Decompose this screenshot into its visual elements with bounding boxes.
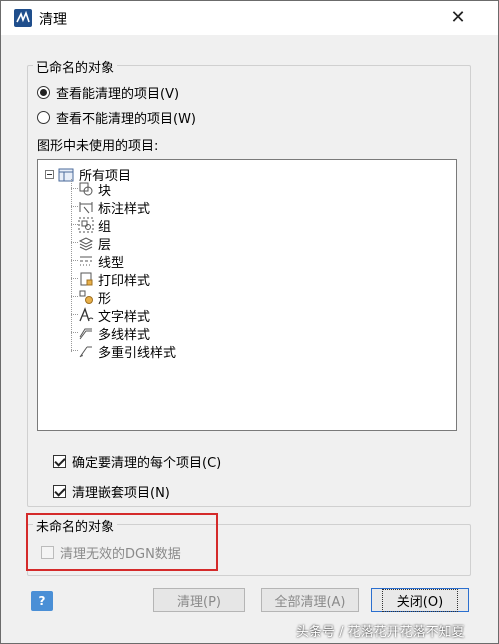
checkbox-label: 清理嵌套项目(N): [72, 486, 170, 501]
multiline-style-icon: [79, 328, 92, 340]
tree-item-layer[interactable]: 层: [78, 234, 112, 253]
tree-branch: [71, 188, 78, 189]
tree-item-label: 多重引线样式: [98, 345, 177, 361]
tree-branch: [71, 242, 78, 243]
window-title: 清理: [39, 12, 67, 28]
shape-icon: [79, 290, 93, 304]
purge-all-button-label: 全部清理(A): [274, 594, 346, 610]
close-button-label: 关闭(O): [381, 588, 459, 612]
unused-items-label: 图形中未使用的项目:: [37, 139, 159, 154]
tree-item-block[interactable]: 块: [78, 180, 112, 199]
checkbox[interactable]: [53, 455, 66, 468]
radio-label: 查看能清理的项目(V): [56, 87, 180, 102]
tree-item-label: 块: [98, 183, 112, 199]
tree-item-label: 标注样式: [98, 201, 151, 217]
layer-icon: [78, 237, 94, 251]
tree-item-dimension-style[interactable]: 标注样式: [78, 198, 151, 217]
tree-connector: [71, 179, 72, 352]
tree-item-label: 打印样式: [98, 273, 151, 289]
tree-branch: [71, 332, 78, 333]
text-style-icon: [79, 307, 94, 322]
radio-button[interactable]: [37, 86, 50, 99]
help-button[interactable]: ?: [31, 591, 53, 611]
app-icon: [14, 9, 32, 27]
tree-branch: [71, 260, 78, 261]
close-button[interactable]: 关闭(O): [371, 588, 469, 612]
linetype-icon: [80, 256, 92, 266]
tree-branch: [71, 224, 78, 225]
title-bar[interactable]: 清理 ✕: [1, 1, 498, 35]
tree-item-text-style[interactable]: 文字样式: [78, 306, 151, 325]
purge-button-label: 清理(P): [177, 594, 221, 610]
checkbox[interactable]: [53, 485, 66, 498]
tree-item-label: 层: [98, 237, 112, 253]
tree-item-label: 形: [98, 291, 112, 307]
tree-item-label: 线型: [98, 255, 125, 271]
tree-item-multiline-style[interactable]: 多线样式: [78, 324, 151, 343]
unused-items-tree[interactable]: 所有项目 块 标注样式 组 层 线型 打印样式 形 文字样式 多线样式 多重引线…: [37, 159, 457, 431]
tree-branch: [71, 350, 78, 351]
plot-style-icon: [80, 272, 93, 286]
close-window-button[interactable]: ✕: [447, 7, 469, 29]
multileader-style-icon: [79, 346, 92, 358]
tree-item-label: 组: [98, 219, 112, 235]
tree-item-plot-style[interactable]: 打印样式: [78, 270, 151, 289]
dimension-style-icon: [79, 202, 93, 214]
highlight-annotation: [26, 513, 218, 571]
purge-nested-items-checkbox[interactable]: 清理嵌套项目(N): [53, 482, 170, 501]
named-objects-label: 已命名的对象: [33, 57, 118, 76]
tree-item-shape[interactable]: 形: [78, 288, 112, 307]
purge-button[interactable]: 清理(P): [153, 588, 245, 612]
radio-button[interactable]: [37, 111, 50, 124]
block-icon: [79, 182, 93, 196]
tree-item-label: 多线样式: [98, 327, 151, 343]
checkbox-label: 确定要清理的每个项目(C): [72, 456, 222, 471]
tree-branch: [71, 296, 78, 297]
tree-item-label: 文字样式: [98, 309, 151, 325]
tree-item-linetype[interactable]: 线型: [78, 252, 125, 271]
tree-branch: [71, 314, 78, 315]
tree-item-group[interactable]: 组: [78, 216, 112, 235]
radio-view-nonpurgeable[interactable]: 查看不能清理的项目(W): [37, 108, 196, 127]
watermark-text: 头条号 / 花落花开花落不知夏: [296, 625, 465, 640]
tree-item-multileader-style[interactable]: 多重引线样式: [78, 342, 177, 361]
radio-label: 查看不能清理的项目(W): [56, 112, 196, 127]
tree-branch: [71, 206, 78, 207]
confirm-each-item-checkbox[interactable]: 确定要清理的每个项目(C): [53, 452, 221, 471]
purge-dialog: 清理 ✕ 已命名的对象 查看能清理的项目(V) 查看不能清理的项目(W) 图形中…: [0, 0, 499, 644]
purge-all-button[interactable]: 全部清理(A): [261, 588, 359, 612]
radio-view-purgeable[interactable]: 查看能清理的项目(V): [37, 83, 179, 102]
group-icon: [78, 217, 94, 233]
collapse-icon[interactable]: [45, 170, 54, 179]
tree-branch: [71, 278, 78, 279]
